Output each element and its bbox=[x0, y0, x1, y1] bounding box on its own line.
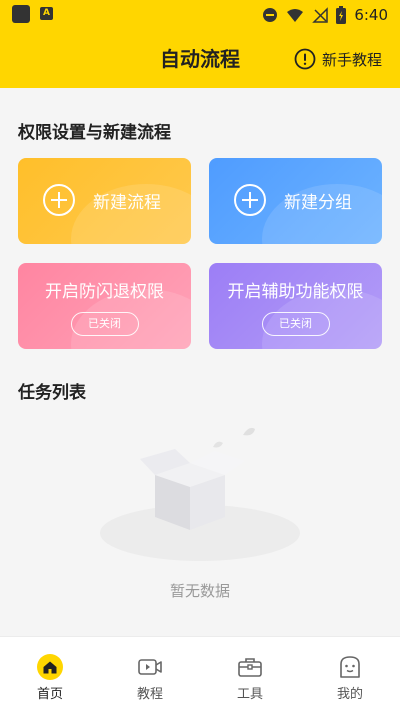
empty-box-illustration bbox=[100, 427, 300, 561]
anti-exit-permission-card[interactable]: 开启防闪退权限 已关闭 bbox=[18, 263, 191, 349]
exclamation-circle-icon bbox=[294, 48, 316, 70]
no-signal-icon bbox=[312, 7, 329, 23]
accessibility-permission-label: 开启辅助功能权限 bbox=[227, 282, 364, 302]
bottom-tab-bar: 首页 教程 工具 我的 bbox=[0, 636, 400, 711]
tab-tutorial-label: 教程 bbox=[136, 687, 163, 702]
tab-mine[interactable]: 我的 bbox=[300, 637, 400, 711]
tab-tutorial[interactable]: 教程 bbox=[100, 637, 200, 711]
accessibility-status-toggle[interactable]: 已关闭 bbox=[261, 312, 330, 336]
tab-home[interactable]: 首页 bbox=[0, 637, 100, 711]
new-group-card[interactable]: 新建分组 bbox=[209, 158, 382, 244]
app-header: 自动流程 新手教程 bbox=[0, 30, 400, 88]
tab-mine-label: 我的 bbox=[336, 687, 363, 702]
notification-a-icon: A bbox=[40, 7, 53, 20]
status-bar: A 6:40 bbox=[0, 0, 400, 30]
tab-tools[interactable]: 工具 bbox=[200, 637, 300, 711]
tutorial-label: 新手教程 bbox=[321, 50, 382, 69]
permissions-section-title: 权限设置与新建流程 bbox=[18, 123, 171, 143]
status-icons: 6:40 bbox=[262, 4, 388, 26]
plus-circle-icon bbox=[43, 184, 75, 216]
face-icon bbox=[340, 656, 360, 678]
battery-charging-icon bbox=[336, 6, 347, 24]
video-icon bbox=[138, 659, 162, 675]
do-not-disturb-icon bbox=[263, 8, 278, 22]
new-flow-label: 新建流程 bbox=[93, 192, 161, 213]
tab-home-label: 首页 bbox=[36, 687, 63, 702]
tab-tools-label: 工具 bbox=[236, 687, 263, 702]
accessibility-permission-card[interactable]: 开启辅助功能权限 已关闭 bbox=[209, 263, 382, 349]
empty-state-text: 暂无数据 bbox=[169, 582, 230, 600]
home-icon bbox=[37, 654, 63, 680]
toolbox-icon bbox=[238, 658, 262, 677]
plus-circle-icon bbox=[234, 184, 266, 216]
wifi-icon bbox=[287, 9, 304, 22]
task-list-title: 任务列表 bbox=[18, 383, 86, 403]
notification-app-icon bbox=[12, 5, 30, 23]
anti-exit-permission-label: 开启防闪退权限 bbox=[45, 282, 164, 302]
status-time: 6:40 bbox=[354, 6, 388, 24]
tutorial-button[interactable]: 新手教程 bbox=[294, 46, 382, 72]
new-group-label: 新建分组 bbox=[284, 192, 352, 213]
new-flow-card[interactable]: 新建流程 bbox=[18, 158, 191, 244]
anti-exit-status-toggle[interactable]: 已关闭 bbox=[70, 312, 139, 336]
